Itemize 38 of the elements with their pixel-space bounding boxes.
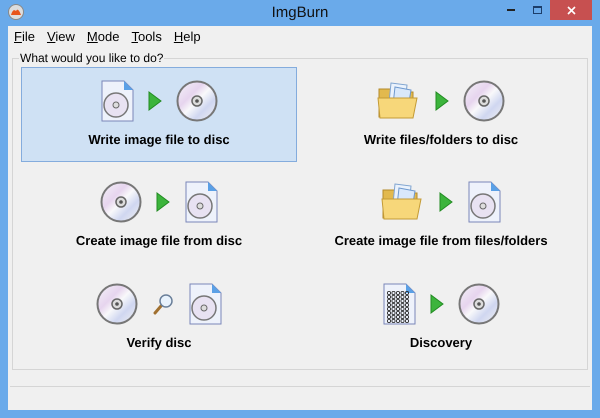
menu-item[interactable]: Mode — [86, 27, 120, 47]
menu-item[interactable]: Help — [174, 27, 201, 47]
disc-image-file-icon — [184, 181, 218, 224]
app-logo-icon — [8, 4, 24, 20]
close-icon — [566, 6, 576, 14]
disc-icon — [96, 282, 138, 325]
tile-label: Verify disc — [126, 334, 192, 352]
disc-icon — [176, 80, 218, 122]
play-arrow-icon — [430, 294, 444, 314]
disc-image-file-icon — [467, 181, 501, 224]
tile-label: Discovery — [410, 334, 472, 352]
tile-label: Write files/folders to disc — [364, 130, 518, 149]
disc-icon — [463, 80, 505, 122]
tile-label: Create image file from files/folders — [334, 232, 548, 250]
task-tile[interactable]: Write image file to disc — [21, 67, 297, 162]
task-tile[interactable]: Create image file from files/folders — [303, 168, 579, 264]
menu-item[interactable]: Tools — [131, 27, 162, 47]
tile-label: Create image file from disc — [76, 232, 242, 250]
task-tile[interactable]: Write files/folders to disc — [303, 67, 579, 162]
task-tile[interactable]: Discovery — [303, 270, 579, 365]
data-file-icon — [382, 282, 416, 325]
task-tile[interactable]: Create image file from disc — [21, 168, 297, 264]
close-button[interactable] — [550, 0, 592, 20]
play-arrow-icon — [148, 90, 162, 111]
window-title: ImgBurn — [272, 2, 328, 23]
disc-image-file-icon — [100, 80, 134, 122]
play-arrow-icon — [156, 192, 170, 212]
menu-item[interactable]: File — [14, 27, 35, 47]
tile-label: Write image file to disc — [88, 130, 230, 149]
disc-image-file-icon — [188, 282, 222, 325]
play-arrow-icon — [439, 192, 453, 212]
task-tile[interactable]: Verify disc — [21, 270, 297, 365]
menu-item[interactable]: View — [46, 27, 75, 47]
play-arrow-icon — [435, 90, 449, 111]
disc-icon — [458, 282, 500, 325]
magnifier-icon — [152, 292, 174, 315]
group-title: What would you like to do? — [19, 51, 164, 65]
disc-icon — [100, 181, 142, 224]
